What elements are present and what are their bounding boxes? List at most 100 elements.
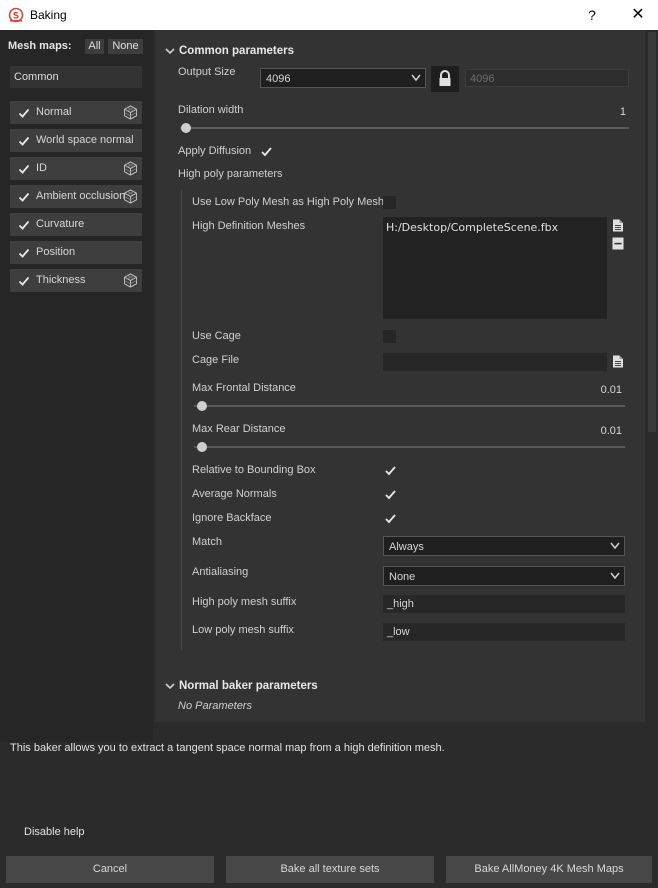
sidebar-item-position[interactable]: Position	[10, 241, 142, 264]
lock-ratio-button[interactable]	[431, 66, 459, 92]
checkbox-checked-icon[interactable]	[18, 107, 30, 119]
high-definition-meshes-label: High Definition Meshes	[192, 220, 306, 232]
select-all-button[interactable]: All	[85, 39, 104, 54]
mesh-maps-label: Mesh maps:	[8, 40, 72, 52]
substance-logo-icon: S	[8, 7, 24, 23]
relative-bbox-checkbox[interactable]	[384, 464, 397, 477]
sidebar-item-label: World space normal	[36, 134, 134, 146]
file-icon[interactable]	[612, 219, 624, 232]
checkbox-checked-icon[interactable]	[18, 163, 30, 175]
low-poly-suffix-input[interactable]: _low	[383, 623, 625, 641]
sidebar-item-curvature[interactable]: Curvature	[10, 213, 142, 236]
max-frontal-distance-slider-handle[interactable]	[197, 401, 207, 411]
low-poly-suffix-label: Low poly mesh suffix	[192, 624, 294, 636]
bake-mesh-maps-button[interactable]: Bake AllMoney 4K Mesh Maps	[446, 856, 652, 883]
checkbox-checked-icon[interactable]	[18, 135, 30, 147]
common-parameters-title: Common parameters	[179, 45, 295, 57]
use-cage-checkbox[interactable]	[383, 330, 396, 343]
apply-diffusion-checkbox[interactable]	[260, 145, 273, 158]
cube-icon	[124, 105, 137, 120]
parameters-panel	[155, 30, 645, 722]
match-label: Match	[192, 536, 222, 548]
sidebar-item-ambient-occlusion[interactable]: Ambient occlusion	[10, 185, 142, 208]
max-frontal-distance-slider[interactable]	[194, 405, 625, 407]
antialiasing-label: Antialiasing	[192, 566, 249, 578]
use-low-poly-label: Use Low Poly Mesh as High Poly Mesh	[192, 196, 384, 208]
output-size-label: Output Size	[178, 66, 236, 78]
dilation-width-slider-handle[interactable]	[181, 123, 191, 133]
relative-bbox-label: Relative to Bounding Box	[192, 464, 316, 476]
sidebar-item-label: Curvature	[36, 218, 85, 230]
chevron-down-icon	[411, 74, 421, 82]
output-size-value: 4096	[266, 73, 291, 85]
disable-help-link[interactable]: Disable help	[24, 826, 85, 838]
max-rear-distance-label: Max Rear Distance	[192, 423, 286, 435]
checkbox-checked-icon[interactable]	[18, 247, 30, 259]
cancel-button[interactable]: Cancel	[6, 856, 214, 883]
high-definition-mesh-path[interactable]: H:/Desktop/CompleteScene.fbx	[386, 221, 558, 234]
max-rear-distance-slider[interactable]	[194, 446, 625, 448]
checkbox-checked-icon[interactable]	[18, 191, 30, 203]
sidebar-item-thickness[interactable]: Thickness	[10, 269, 142, 292]
mesh-maps-sidebar: Mesh maps: All None Common Normal World s…	[0, 30, 153, 742]
help-button[interactable]: ?	[580, 0, 604, 30]
chevron-down-icon	[610, 542, 620, 550]
high-poly-suffix-input[interactable]: _high	[383, 595, 625, 613]
cube-icon	[124, 273, 137, 288]
chevron-down-icon	[165, 48, 175, 55]
chevron-down-icon	[610, 572, 620, 580]
use-low-poly-checkbox[interactable]	[383, 196, 396, 209]
title-bar: S Baking ? ✕	[0, 0, 658, 30]
bake-all-texture-sets-button[interactable]: Bake all texture sets	[226, 856, 434, 883]
match-select[interactable]: Always	[383, 536, 625, 556]
ignore-backface-checkbox[interactable]	[384, 512, 397, 525]
common-parameters-header[interactable]: Common parameters	[165, 45, 295, 57]
cage-file-field[interactable]	[383, 353, 607, 371]
sidebar-item-normal[interactable]: Normal	[10, 101, 142, 124]
output-size-height-field[interactable]: 4096	[465, 69, 629, 87]
checkbox-checked-icon[interactable]	[18, 219, 30, 231]
cube-icon	[124, 189, 137, 204]
sidebar-item-label: Ambient occlusion	[36, 190, 126, 202]
apply-diffusion-label: Apply Diffusion	[178, 145, 252, 157]
checkbox-checked-icon[interactable]	[18, 275, 30, 287]
output-size-select[interactable]: 4096	[260, 68, 426, 88]
average-normals-checkbox[interactable]	[384, 488, 397, 501]
cage-file-label: Cage File	[192, 354, 240, 366]
normal-baker-header[interactable]: Normal baker parameters	[165, 680, 318, 692]
sidebar-item-label: ID	[36, 162, 47, 174]
sidebar-item-label: Normal	[36, 106, 72, 118]
file-icon[interactable]	[612, 355, 624, 368]
scrollbar-thumb[interactable]	[648, 32, 656, 432]
max-rear-distance-value[interactable]: 0.01	[580, 425, 622, 437]
antialiasing-select[interactable]: None	[383, 566, 625, 586]
window-title: Baking	[30, 8, 67, 22]
panel-scrollbar[interactable]	[646, 30, 658, 720]
normal-baker-title: Normal baker parameters	[179, 680, 318, 692]
ignore-backface-label: Ignore Backface	[192, 512, 272, 524]
antialiasing-value: None	[389, 571, 416, 583]
help-text: This baker allows you to extract a tange…	[10, 742, 445, 754]
sidebar-item-label: Position	[36, 246, 76, 258]
lock-icon	[439, 70, 451, 86]
chevron-down-icon	[165, 683, 175, 690]
no-parameters-text: No Parameters	[178, 700, 252, 712]
sidebar-item-common[interactable]: Common	[10, 66, 142, 88]
use-cage-label: Use Cage	[192, 330, 241, 342]
close-button[interactable]: ✕	[626, 0, 650, 30]
select-none-button[interactable]: None	[108, 39, 143, 54]
remove-icon[interactable]	[612, 237, 624, 250]
max-rear-distance-slider-handle[interactable]	[197, 442, 207, 452]
dilation-width-slider[interactable]	[180, 127, 629, 129]
dilation-width-label: Dilation width	[178, 104, 244, 116]
high-poly-parameters-label: High poly parameters	[178, 168, 283, 180]
sidebar-item-id[interactable]: ID	[10, 157, 142, 180]
high-definition-meshes-list[interactable]: H:/Desktop/CompleteScene.fbx	[383, 217, 607, 319]
cube-icon	[124, 161, 137, 176]
sidebar-item-world-space-normal[interactable]: World space normal	[10, 129, 142, 152]
high-poly-suffix-label: High poly mesh suffix	[192, 596, 297, 608]
max-frontal-distance-label: Max Frontal Distance	[192, 382, 296, 394]
dilation-width-value[interactable]: 1	[590, 106, 626, 118]
match-value: Always	[389, 541, 424, 553]
max-frontal-distance-value[interactable]: 0.01	[580, 384, 622, 396]
